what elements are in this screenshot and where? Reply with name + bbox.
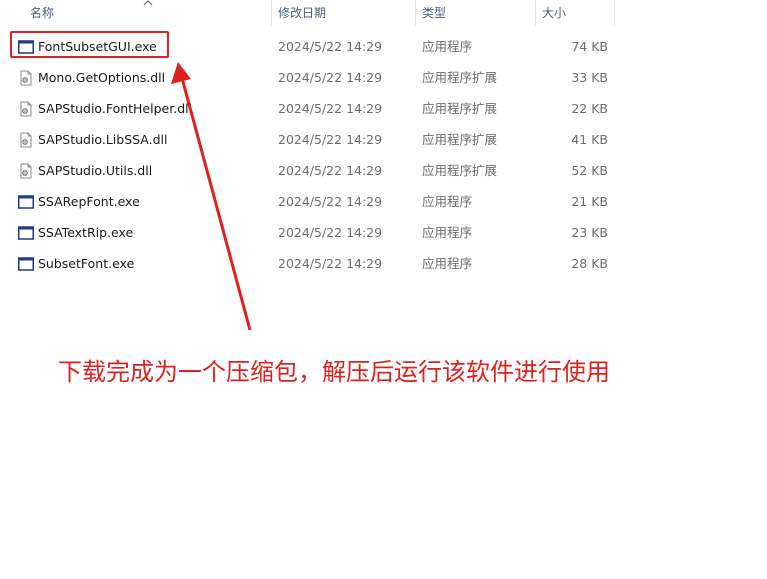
column-header-name-label: 名称 bbox=[30, 6, 55, 20]
column-header-size-label: 大小 bbox=[542, 6, 567, 20]
file-type: 应用程序扩展 bbox=[422, 70, 498, 85]
column-separator[interactable] bbox=[614, 0, 615, 26]
file-size: 33 KB bbox=[571, 70, 608, 85]
file-size: 21 KB bbox=[571, 194, 608, 209]
file-name: SSARepFont.exe bbox=[38, 194, 140, 209]
file-row[interactable]: SubsetFont.exe 2024/5/22 14:29 应用程序 28 KB bbox=[10, 248, 620, 279]
column-header-size[interactable]: 大小 bbox=[536, 0, 614, 26]
file-size: 28 KB bbox=[571, 256, 608, 271]
file-size: 41 KB bbox=[571, 132, 608, 147]
file-row[interactable]: SAPStudio.LibSSA.dll 2024/5/22 14:29 应用程序扩… bbox=[10, 124, 620, 155]
column-header-modified-label: 修改日期 bbox=[278, 6, 327, 20]
exe-window-icon bbox=[18, 256, 34, 272]
column-header-modified[interactable]: 修改日期 bbox=[272, 0, 414, 26]
column-header-type[interactable]: 类型 bbox=[416, 0, 534, 26]
file-type: 应用程序扩展 bbox=[422, 132, 498, 147]
highlight-box bbox=[10, 31, 169, 58]
file-size: 74 KB bbox=[571, 39, 608, 54]
file-type: 应用程序 bbox=[422, 225, 473, 240]
annotation-text: 下载完成为一个压缩包，解压后运行该软件进行使用 bbox=[58, 358, 610, 386]
file-type: 应用程序扩展 bbox=[422, 101, 498, 116]
dll-file-icon bbox=[18, 70, 34, 86]
file-modified-date: 2024/5/22 14:29 bbox=[278, 194, 383, 209]
file-type: 应用程序扩展 bbox=[422, 163, 498, 178]
column-header-type-label: 类型 bbox=[422, 6, 447, 20]
file-name: SAPStudio.FontHelper.dll bbox=[38, 101, 193, 116]
file-explorer-view: 名称 修改日期 类型 大小 FontSubsetGUI.exe 2024/5/22… bbox=[0, 0, 767, 579]
file-name: Mono.GetOptions.dll bbox=[38, 70, 166, 85]
dll-file-icon bbox=[18, 132, 34, 148]
file-type: 应用程序 bbox=[422, 256, 473, 271]
file-modified-date: 2024/5/22 14:29 bbox=[278, 39, 383, 54]
file-row[interactable]: Mono.GetOptions.dll 2024/5/22 14:29 应用程序扩展… bbox=[10, 62, 620, 93]
exe-window-icon bbox=[18, 225, 34, 241]
file-type: 应用程序 bbox=[422, 39, 473, 54]
file-modified-date: 2024/5/22 14:29 bbox=[278, 101, 383, 116]
dll-file-icon bbox=[18, 101, 34, 117]
file-modified-date: 2024/5/22 14:29 bbox=[278, 132, 383, 147]
file-row[interactable]: SSATextRip.exe 2024/5/22 14:29 应用程序 23 KB bbox=[10, 217, 620, 248]
file-type: 应用程序 bbox=[422, 194, 473, 209]
dll-file-icon bbox=[18, 163, 34, 179]
file-row[interactable]: SAPStudio.FontHelper.dll 2024/5/22 14:29 应… bbox=[10, 93, 620, 124]
file-size: 23 KB bbox=[571, 225, 608, 240]
sort-ascending-icon bbox=[143, 0, 153, 6]
file-modified-date: 2024/5/22 14:29 bbox=[278, 225, 383, 240]
file-size: 52 KB bbox=[571, 163, 608, 178]
file-modified-date: 2024/5/22 14:29 bbox=[278, 70, 383, 85]
file-name: SubsetFont.exe bbox=[38, 256, 135, 271]
file-modified-date: 2024/5/22 14:29 bbox=[278, 163, 383, 178]
file-name: SSATextRip.exe bbox=[38, 225, 134, 240]
file-row[interactable]: SSARepFont.exe 2024/5/22 14:29 应用程序 21 KB bbox=[10, 186, 620, 217]
file-name: SAPStudio.Utils.dll bbox=[38, 163, 153, 178]
file-row[interactable]: SAPStudio.Utils.dll 2024/5/22 14:29 应用程序扩展… bbox=[10, 155, 620, 186]
file-modified-date: 2024/5/22 14:29 bbox=[278, 256, 383, 271]
exe-window-icon bbox=[18, 194, 34, 210]
file-size: 22 KB bbox=[571, 101, 608, 116]
file-name: SAPStudio.LibSSA.dll bbox=[38, 132, 168, 147]
